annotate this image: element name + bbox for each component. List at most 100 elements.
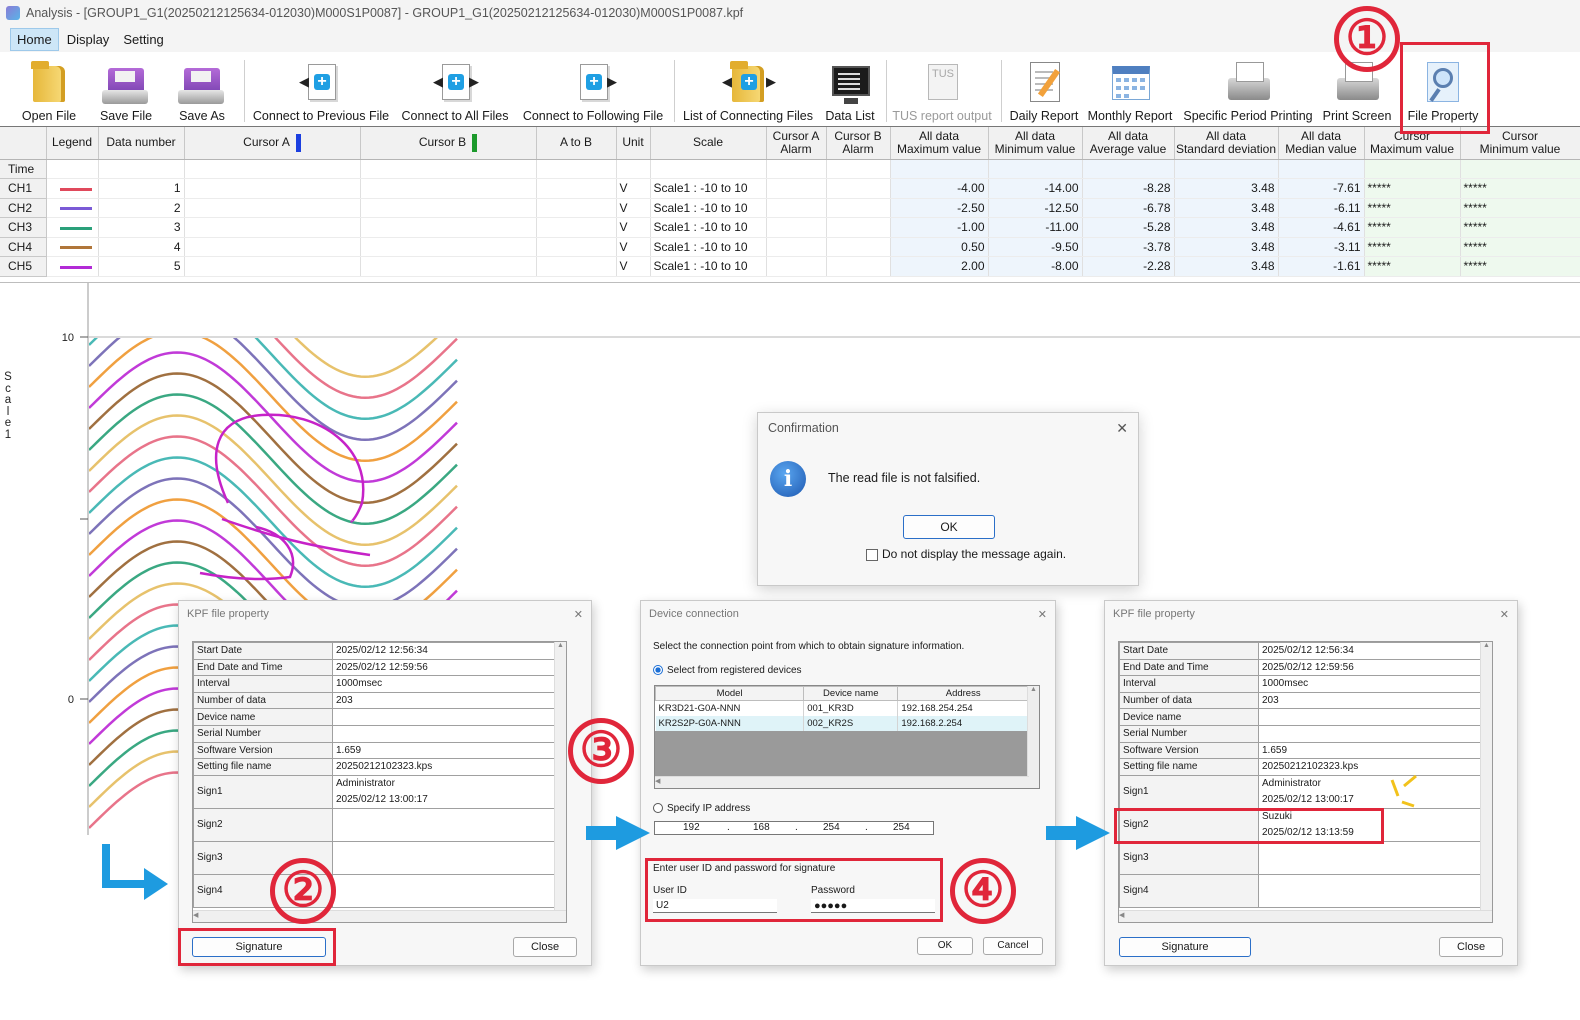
menu-display[interactable]: Display bbox=[61, 29, 116, 50]
close-icon[interactable]: ✕ bbox=[1038, 608, 1047, 621]
signature-row[interactable]: Sign1 Administrator 2025/02/12 13:00:17 bbox=[193, 774, 566, 809]
address-header[interactable]: Address bbox=[897, 686, 1029, 701]
ok-button[interactable]: OK bbox=[917, 937, 973, 955]
property-row[interactable]: End Date and Time 2025/02/12 12:59:56 bbox=[193, 658, 566, 677]
horizontal-scrollbar[interactable]: ◀ bbox=[655, 776, 1029, 788]
signature-row[interactable]: Sign3 bbox=[1119, 840, 1492, 875]
ip-octet-1[interactable]: 192 bbox=[683, 822, 700, 833]
radio-unselected[interactable] bbox=[653, 803, 663, 814]
data-list-button[interactable]: Data List bbox=[820, 54, 880, 124]
property-row[interactable]: Software Version 1.659 bbox=[193, 741, 566, 760]
data-number-header[interactable]: Data number bbox=[98, 127, 185, 160]
property-row[interactable]: Start Date 2025/02/12 12:56:34 bbox=[1119, 642, 1492, 660]
save-as-button[interactable]: Save As bbox=[172, 54, 232, 124]
property-row[interactable]: Device name bbox=[193, 708, 566, 726]
menu-setting[interactable]: Setting bbox=[117, 29, 169, 50]
close-icon[interactable]: ✕ bbox=[1116, 420, 1128, 437]
signature-row[interactable]: Sign3 bbox=[193, 840, 566, 875]
channel-row[interactable]: CH5 5 V Scale1 : -10 to 10 2.00 -8.00 -2.28 3.4… bbox=[0, 256, 1580, 277]
median-value-header[interactable]: All data Median value bbox=[1278, 127, 1365, 160]
vertical-scrollbar[interactable]: ▲ bbox=[1480, 642, 1492, 922]
ip-octet-4[interactable]: 254 bbox=[893, 822, 910, 833]
property-row[interactable]: Serial Number bbox=[193, 724, 566, 743]
save-file-button[interactable]: Save File bbox=[96, 54, 156, 124]
connect-previous-file-button[interactable]: + ◀ Connect to Previous File bbox=[250, 54, 392, 124]
daily-report-button[interactable]: Daily Report bbox=[1005, 54, 1083, 124]
device-row-selected[interactable]: KR2S2P-G0A-NNN 002_KR2S 192.168.2.254 bbox=[655, 715, 1029, 731]
cursor-b-alarm-header[interactable]: Cursor B Alarm bbox=[826, 127, 891, 160]
cursor-a-value bbox=[184, 237, 361, 257]
legend-header[interactable]: Legend bbox=[46, 127, 99, 160]
close-button[interactable]: Close bbox=[1439, 937, 1503, 957]
cancel-button[interactable]: Cancel bbox=[983, 937, 1043, 955]
std-deviation-header[interactable]: All data Standard deviation bbox=[1174, 127, 1279, 160]
list-connecting-files-button[interactable]: + ◀ ▶ List of Connecting Files bbox=[678, 54, 818, 124]
min-value-header[interactable]: All data Minimum value bbox=[988, 127, 1083, 160]
close-icon[interactable]: ✕ bbox=[1500, 608, 1509, 621]
cursor-a-header[interactable]: Cursor A bbox=[184, 127, 361, 160]
unit-value: V bbox=[616, 217, 651, 238]
property-row[interactable]: End Date and Time 2025/02/12 12:59:56 bbox=[1119, 658, 1492, 677]
signature-row[interactable]: Sign4 bbox=[193, 873, 566, 908]
property-row[interactable]: Setting file name 20250212102323.kps bbox=[193, 758, 566, 776]
property-value: 20250212102323.kps bbox=[1258, 758, 1492, 776]
property-row[interactable]: Start Date 2025/02/12 12:56:34 bbox=[193, 642, 566, 660]
property-key: End Date and Time bbox=[1119, 658, 1259, 677]
connect-following-file-button[interactable]: + ▶ Connect to Following File bbox=[518, 54, 668, 124]
device-row[interactable]: KR3D21-G0A-NNN 001_KR3D 192.168.254.254 bbox=[655, 700, 1029, 716]
property-row[interactable]: Interval 1000msec bbox=[193, 675, 566, 693]
property-row[interactable]: Software Version 1.659 bbox=[1119, 741, 1492, 760]
max-value-header[interactable]: All data Maximum value bbox=[890, 127, 989, 160]
signature-row[interactable]: Sign4 bbox=[1119, 873, 1492, 908]
channel-row[interactable]: CH1 1 V Scale1 : -10 to 10 -4.00 -14.00 -8.28 3… bbox=[0, 178, 1580, 199]
dont-show-again-checkbox[interactable]: Do not display the message again. bbox=[866, 547, 1066, 561]
property-row[interactable]: Number of data 203 bbox=[193, 691, 566, 710]
monthly-report-button[interactable]: Monthly Report bbox=[1085, 54, 1175, 124]
device-name-header[interactable]: Device name bbox=[803, 686, 899, 701]
model-header[interactable]: Model bbox=[655, 686, 805, 701]
signature-row[interactable]: Sign2 bbox=[193, 807, 566, 842]
specific-period-printing-button[interactable]: Specific Period Printing bbox=[1178, 54, 1318, 124]
cursor-a-alarm-header[interactable]: Cursor A Alarm bbox=[766, 127, 827, 160]
signature-row[interactable]: Sign1 Administrator 2025/02/12 13:00:17 bbox=[1119, 774, 1492, 809]
horizontal-scrollbar[interactable]: ◀ bbox=[193, 910, 566, 922]
channel-row[interactable]: CH2 2 V Scale1 : -10 to 10 -2.50 -12.50 -6.78 3… bbox=[0, 198, 1580, 218]
unit-header[interactable]: Unit bbox=[616, 127, 651, 160]
specify-ip-radio[interactable]: Specify IP address bbox=[653, 803, 750, 814]
property-row[interactable]: Interval 1000msec bbox=[1119, 675, 1492, 693]
property-key: Interval bbox=[193, 675, 333, 693]
signature-button[interactable]: Signature bbox=[1119, 937, 1251, 957]
close-button[interactable]: Close bbox=[513, 937, 577, 957]
property-value bbox=[332, 724, 566, 743]
ip-octet-2[interactable]: 168 bbox=[753, 822, 770, 833]
radio-selected[interactable] bbox=[653, 665, 663, 676]
tus-report-output-button[interactable]: TUS TUS report output bbox=[888, 54, 996, 124]
close-icon[interactable]: ✕ bbox=[574, 608, 583, 621]
highlight-credentials bbox=[645, 858, 943, 922]
registered-devices-radio[interactable]: Select from registered devices bbox=[653, 665, 802, 676]
ip-address-field[interactable]: 192 . 168 . 254 . 254 bbox=[654, 821, 934, 835]
vertical-scrollbar[interactable]: ▲ bbox=[1027, 686, 1039, 788]
cursor-b-header[interactable]: Cursor B bbox=[360, 127, 537, 160]
open-file-button[interactable]: Open File bbox=[18, 54, 80, 124]
scale-header[interactable]: Scale bbox=[650, 127, 767, 160]
signature-key: Sign3 bbox=[1119, 840, 1259, 875]
connect-all-files-button[interactable]: + ◀ ▶ Connect to All Files bbox=[397, 54, 513, 124]
property-row[interactable]: Device name bbox=[1119, 708, 1492, 726]
checkbox-box[interactable] bbox=[866, 548, 878, 561]
ip-octet-3[interactable]: 254 bbox=[823, 822, 840, 833]
ok-button[interactable]: OK bbox=[903, 515, 995, 539]
channel-row[interactable]: CH4 4 V Scale1 : -10 to 10 0.50 -9.50 -3.78 3.4… bbox=[0, 237, 1580, 257]
property-row[interactable]: Setting file name 20250212102323.kps bbox=[1119, 758, 1492, 776]
time-row[interactable]: Time bbox=[0, 159, 1580, 179]
average-value-header[interactable]: All data Average value bbox=[1082, 127, 1175, 160]
horizontal-scrollbar[interactable]: ◀ bbox=[1119, 910, 1492, 922]
channel-row[interactable]: CH3 3 V Scale1 : -10 to 10 -1.00 -11.00 -5.28 3… bbox=[0, 217, 1580, 238]
property-row[interactable]: Number of data 203 bbox=[1119, 691, 1492, 710]
menu-home[interactable]: Home bbox=[10, 27, 59, 51]
property-row[interactable]: Serial Number bbox=[1119, 724, 1492, 743]
legend-line bbox=[59, 226, 92, 230]
a-to-b-header[interactable]: A to B bbox=[536, 127, 617, 160]
vertical-scrollbar[interactable]: ▲ bbox=[554, 642, 566, 922]
median-value: -1.61 bbox=[1278, 256, 1365, 277]
